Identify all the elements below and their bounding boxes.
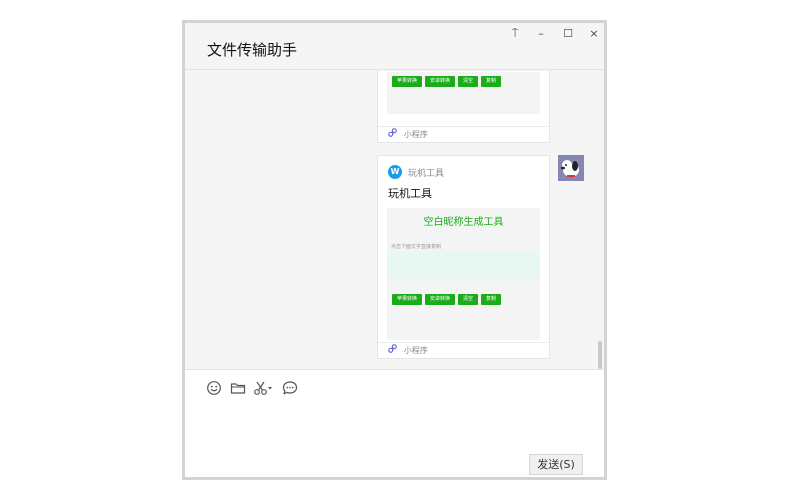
android-convert-button[interactable]: 安卓转换	[425, 76, 456, 87]
emoji-icon[interactable]	[206, 380, 222, 396]
app-name: 玩机工具	[408, 168, 445, 179]
mini-program-card[interactable]: 苹果转换 安卓转换 清空 复制 小程序	[377, 71, 550, 143]
scissors-icon[interactable]	[253, 380, 275, 396]
send-button[interactable]: 发送(S)	[529, 454, 583, 475]
android-convert-button[interactable]: 安卓转换	[425, 294, 456, 305]
card-preview: 空白昵称生成工具 点击下面文字直接复制 苹果转换 安卓转换 清空 复制	[387, 208, 540, 340]
scrollbar[interactable]	[598, 341, 602, 369]
pin-icon[interactable]: ⍑	[504, 25, 526, 43]
folder-icon[interactable]	[230, 380, 246, 396]
chat-history-icon[interactable]	[282, 380, 298, 396]
close-button[interactable]: ×	[583, 25, 604, 43]
mini-program-label: 小程序	[403, 346, 428, 355]
app-header: W 玩机工具	[388, 165, 444, 179]
maximize-button[interactable]: ☐	[557, 25, 579, 43]
ios-convert-button[interactable]: 苹果转换	[392, 294, 423, 305]
ios-convert-button[interactable]: 苹果转换	[392, 76, 423, 87]
minimize-button[interactable]: –	[530, 25, 552, 43]
clear-button[interactable]: 清空	[458, 294, 479, 305]
avatar[interactable]	[558, 155, 584, 181]
preview-hint: 点击下面文字直接复制	[391, 244, 442, 250]
button-row: 苹果转换 安卓转换 清空 复制	[392, 294, 502, 305]
message-input-area[interactable]: 发送(S)	[185, 369, 604, 477]
card-title: 玩机工具	[388, 187, 432, 200]
chat-title: 文件传输助手	[207, 41, 298, 59]
mini-program-icon	[388, 128, 400, 140]
mini-program-icon	[388, 344, 400, 356]
message-list[interactable]: 苹果转换 安卓转换 清空 复制 小程序 W 玩机工具 玩机工具 空白昵称生成工具…	[185, 71, 604, 369]
title-bar: 文件传输助手 ⍑ – ☐ ×	[185, 23, 604, 70]
app-logo-icon: W	[388, 165, 402, 179]
nickname-text-box[interactable]	[387, 252, 540, 279]
button-row: 苹果转换 安卓转换 清空 复制	[392, 76, 502, 87]
copy-button[interactable]: 复制	[481, 76, 502, 87]
card-preview: 苹果转换 安卓转换 清空 复制	[387, 72, 540, 114]
mini-program-label: 小程序	[403, 130, 428, 139]
chat-window: 文件传输助手 ⍑ – ☐ × 苹果转换 安卓转换 清空 复制 小程序 W 玩机工…	[182, 20, 607, 480]
preview-heading: 空白昵称生成工具	[423, 217, 504, 228]
mini-program-card[interactable]: W 玩机工具 玩机工具 空白昵称生成工具 点击下面文字直接复制 苹果转换 安卓转…	[377, 155, 550, 359]
clear-button[interactable]: 清空	[458, 76, 479, 87]
card-footer: 小程序	[378, 342, 549, 358]
card-footer: 小程序	[378, 126, 549, 142]
copy-button[interactable]: 复制	[481, 294, 502, 305]
